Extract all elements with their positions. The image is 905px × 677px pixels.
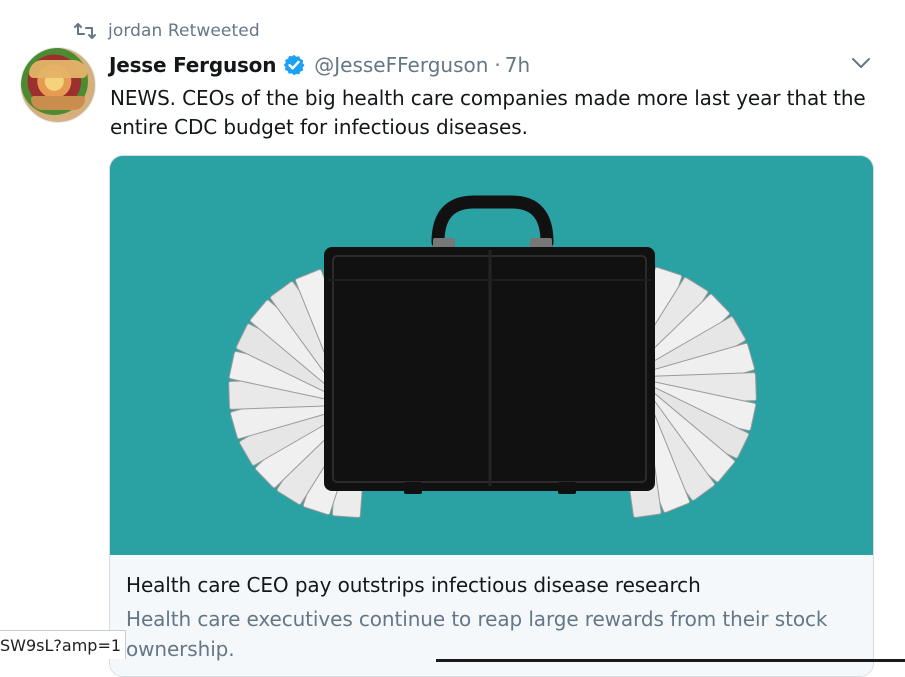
tweet-header: Jesse Ferguson @JesseFFerguson · 7h [109, 50, 530, 80]
verified-badge-icon [282, 53, 306, 77]
tweet-timestamp[interactable]: 7h [505, 53, 530, 77]
card-image[interactable] [110, 156, 873, 555]
tweet-text: NEWS. CEOs of the big health care compan… [110, 86, 866, 139]
status-bar-url-text: SW9sL?amp=1 [0, 635, 122, 655]
avatar[interactable] [20, 47, 96, 123]
user-handle[interactable]: @JesseFFerguson [314, 53, 488, 77]
card-text-area[interactable]: Health care CEO pay outstrips infectious… [110, 555, 873, 676]
retweet-label[interactable]: jordan Retweeted [108, 21, 260, 41]
chevron-down-icon[interactable] [850, 54, 872, 72]
tweet-container[interactable]: jordan Retweeted Jesse Ferguson @JesseFF… [0, 0, 905, 677]
card-title[interactable]: Health care CEO pay outstrips infectious… [126, 573, 701, 597]
retweet-context: jordan Retweeted [74, 18, 260, 44]
display-name[interactable]: Jesse Ferguson [109, 53, 276, 77]
card-description[interactable]: Health care executives continue to reap … [126, 604, 861, 664]
retweet-icon [74, 20, 96, 42]
link-card[interactable]: Health care CEO pay outstrips infectious… [109, 155, 874, 677]
status-bar-url: SW9sL?amp=1 [0, 630, 127, 659]
header-separator: · [494, 53, 501, 77]
